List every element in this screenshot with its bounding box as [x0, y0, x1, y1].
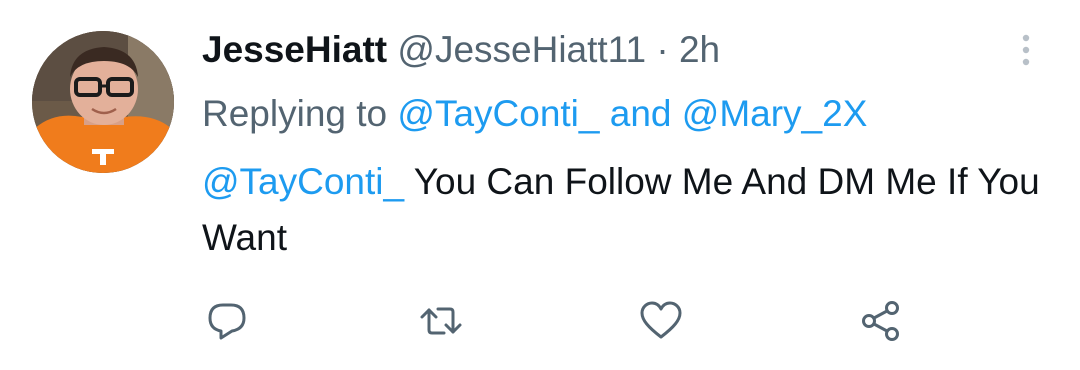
separator-dot: · [656, 29, 669, 70]
reply-mention-2[interactable]: @Mary_2X [682, 93, 868, 134]
share-button[interactable] [858, 298, 904, 344]
more-vertical-icon[interactable] [1014, 30, 1038, 70]
display-name[interactable]: JesseHiatt [202, 29, 387, 70]
tweet-content: JesseHiatt @JesseHiatt11 · 2h Replying t… [202, 26, 1042, 266]
replying-to-label: Replying to [202, 93, 388, 134]
reply-mention-1[interactable]: @TayConti_ [397, 93, 599, 134]
reply-conjunction[interactable]: and [610, 93, 672, 134]
like-button[interactable] [638, 298, 684, 344]
retweet-button[interactable] [418, 298, 464, 344]
body-mention[interactable]: @TayConti_ [202, 161, 404, 202]
retweet-icon [418, 298, 464, 344]
action-bar [0, 298, 1080, 348]
reply-bubble-icon [204, 298, 250, 344]
reply-button[interactable] [204, 298, 250, 344]
avatar[interactable] [32, 31, 174, 173]
tweet[interactable]: JesseHiatt @JesseHiatt11 · 2h Replying t… [0, 0, 1080, 370]
share-icon [858, 298, 904, 344]
replying-to: Replying to @TayConti_ and @Mary_2X [202, 90, 1042, 138]
user-handle[interactable]: @JesseHiatt11 [397, 29, 646, 70]
tweet-header: JesseHiatt @JesseHiatt11 · 2h [202, 26, 1042, 74]
heart-icon [638, 298, 684, 344]
timestamp[interactable]: 2h [679, 29, 720, 70]
tweet-text: @TayConti_ You Can Follow Me And DM Me I… [202, 154, 1042, 266]
